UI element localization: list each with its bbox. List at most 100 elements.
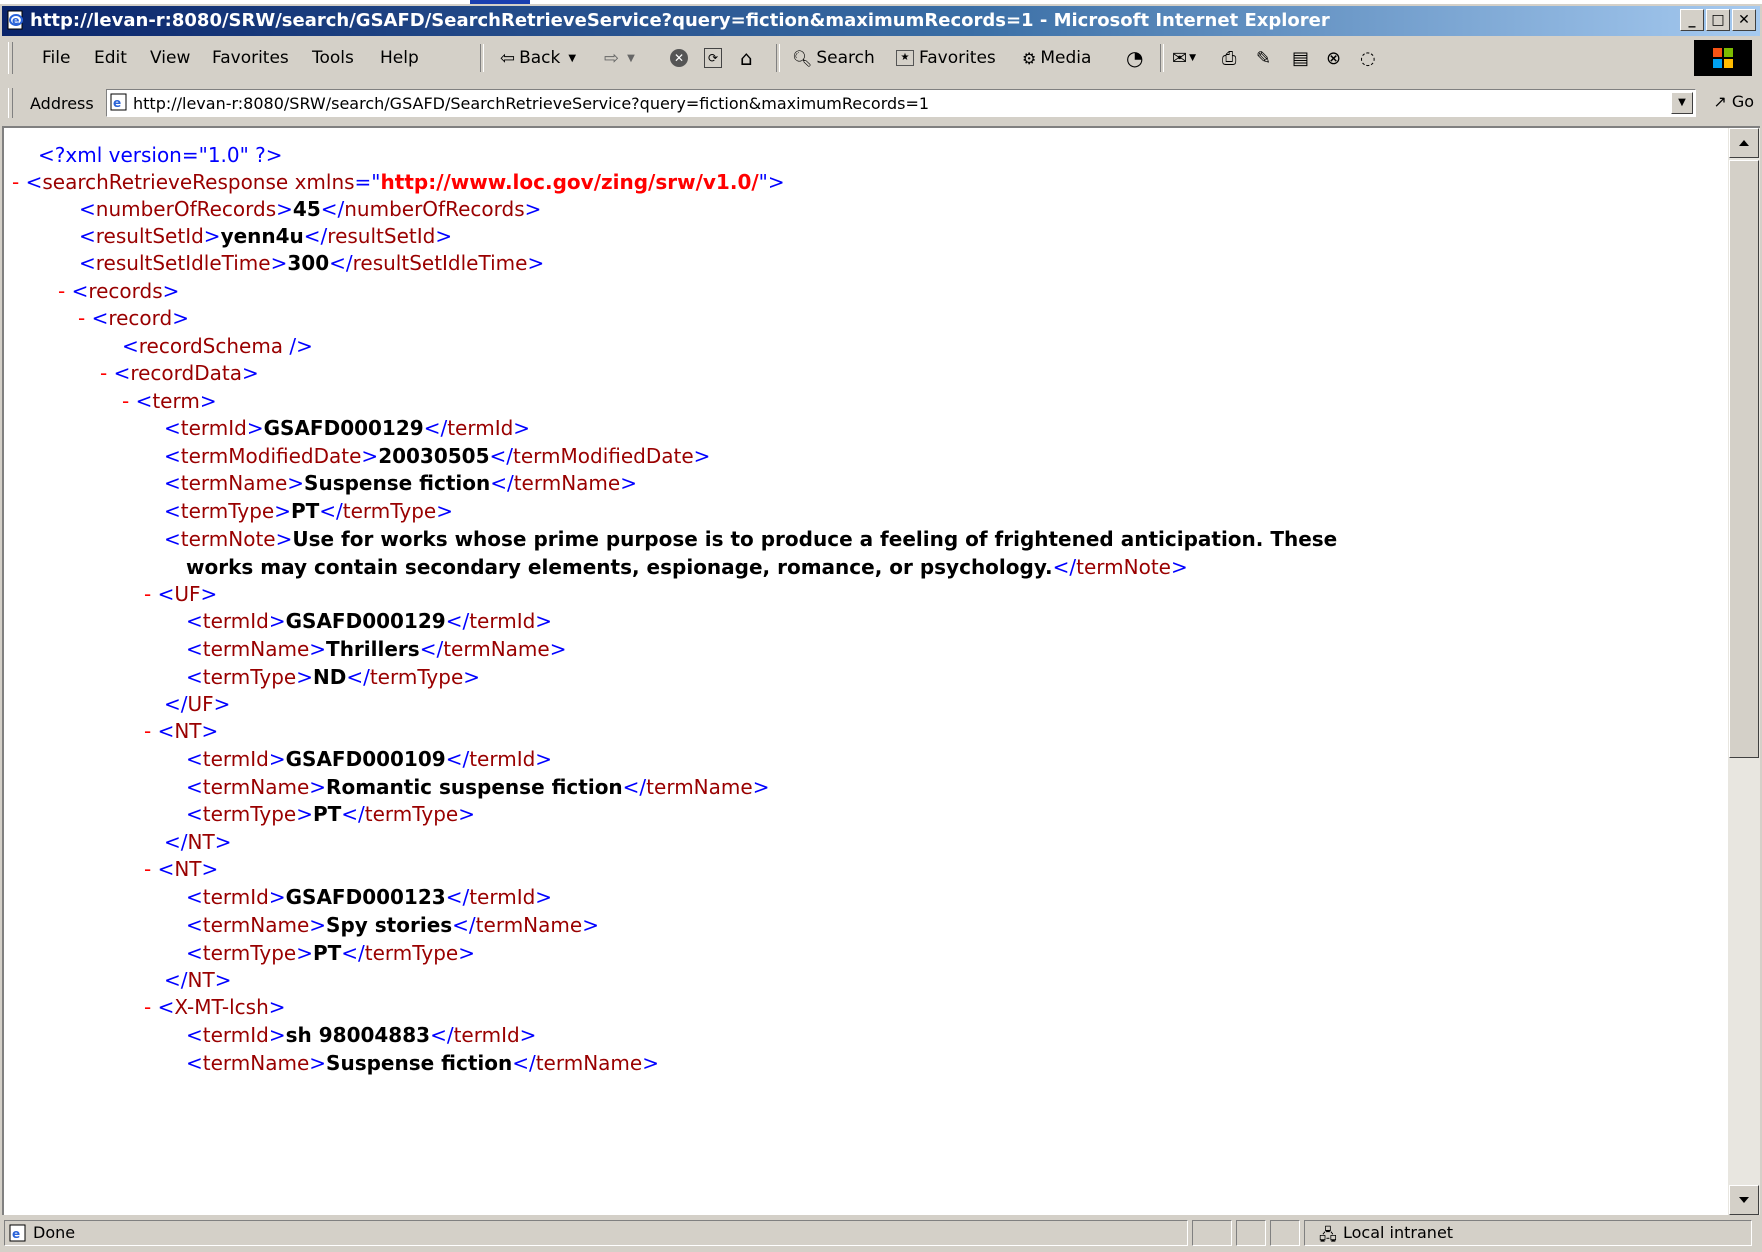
menu-tools[interactable]: Tools	[312, 48, 354, 68]
maximize-button[interactable]: □	[1706, 9, 1730, 31]
mail-button[interactable]: ✉ ▼	[1172, 44, 1196, 72]
scroll-up-button[interactable]	[1729, 128, 1759, 158]
discuss-button[interactable]: ▤	[1292, 44, 1309, 72]
scroll-down-arrow-icon	[1739, 1197, 1749, 1203]
collapse-toggle[interactable]: -	[100, 361, 114, 385]
menubar-grip[interactable]	[8, 42, 13, 74]
svg-text:e: e	[113, 96, 121, 110]
xml-node-recordData: - <recordData>	[100, 361, 259, 385]
search-button[interactable]: 🔍︎ Search	[792, 44, 875, 72]
collapse-toggle[interactable]: -	[78, 306, 92, 330]
toolbar-separator-2	[1160, 44, 1164, 72]
xml-node-nt1-termName: <termName>Romantic suspense fiction</ter…	[186, 775, 770, 799]
toolbar-grip[interactable]	[480, 44, 484, 72]
xml-node-NT-2: - <NT>	[144, 857, 219, 881]
menu-toolbar-row: File Edit View Favorites Tools Help ⇦ Ba…	[2, 38, 1760, 78]
collapse-toggle[interactable]: -	[144, 857, 158, 881]
messenger-button[interactable]: ◌	[1360, 44, 1376, 72]
refresh-button[interactable]: ⟳	[704, 44, 722, 72]
xml-node-lcsh-termName: <termName>Suspense fiction</termName>	[186, 1051, 659, 1075]
xml-node-recordSchema: <recordSchema />	[122, 334, 313, 358]
messenger-icon: ◌	[1360, 47, 1376, 69]
scroll-thumb[interactable]	[1729, 160, 1759, 758]
status-pane-secure	[1236, 1220, 1266, 1246]
media-button[interactable]: ⚙ Media	[1022, 44, 1091, 72]
status-pane-progress	[1192, 1220, 1232, 1246]
menu-favorites[interactable]: Favorites	[212, 48, 289, 68]
print-icon: ⎙	[1222, 47, 1237, 69]
stop-button[interactable]: ✕	[670, 44, 688, 72]
status-zone-pane: 🖧︎ Local intranet	[1304, 1220, 1752, 1246]
back-label: Back	[519, 48, 561, 68]
title-bar[interactable]: e http://levan-r:8080/SRW/search/GSAFD/S…	[2, 6, 1760, 36]
favorites-button[interactable]: ★ Favorites	[896, 44, 996, 72]
xml-declaration: <?xml version="1.0" ?>	[38, 142, 283, 168]
collapse-toggle[interactable]: -	[144, 719, 158, 743]
addressbar-grip[interactable]	[8, 88, 13, 118]
collapse-toggle[interactable]: -	[12, 170, 26, 194]
mail-dropdown-icon[interactable]: ▼	[1189, 53, 1196, 63]
scroll-down-button[interactable]	[1729, 1185, 1759, 1215]
collapse-toggle[interactable]: -	[144, 582, 158, 606]
forward-button[interactable]: ⇨ ▼	[604, 44, 635, 72]
xml-node-uf-termType: <termType>ND</termType>	[186, 665, 481, 689]
xml-node-nt1-termId: <termId>GSAFD000109</termId>	[186, 747, 553, 771]
menu-view[interactable]: View	[150, 48, 190, 68]
zone-text: Local intranet	[1343, 1223, 1454, 1242]
menu-file[interactable]: File	[42, 48, 70, 68]
xml-node-termType: <termType>PT</termType>	[164, 499, 453, 523]
ie-page-icon: e	[9, 1224, 26, 1242]
xml-node-uf-termName: <termName>Thrillers</termName>	[186, 637, 567, 661]
go-button[interactable]: ↗ Go	[1713, 92, 1754, 111]
print-button[interactable]: ⎙	[1222, 44, 1236, 72]
xml-node-termModifiedDate: <termModifiedDate>20030505</termModified…	[164, 444, 711, 468]
research-icon: ⊗	[1326, 47, 1342, 69]
home-icon: ⌂	[740, 46, 753, 70]
minimize-button[interactable]: _	[1680, 9, 1704, 31]
xml-node-termNote: <termNote>Use for works whose prime purp…	[164, 527, 1338, 551]
collapse-toggle[interactable]: -	[144, 995, 158, 1019]
status-pane-extra	[1270, 1220, 1300, 1246]
refresh-icon: ⟳	[704, 48, 722, 68]
history-icon: ◔	[1126, 46, 1144, 70]
document-view: <?xml version="1.0" ?> - <searchRetrieve…	[2, 126, 1760, 1215]
xml-node-numberOfRecords: <numberOfRecords>45</numberOfRecords>	[79, 197, 542, 221]
mail-icon: ✉	[1172, 47, 1188, 69]
stop-icon: ✕	[670, 49, 688, 67]
xml-node-termId: <termId>GSAFD000129</termId>	[164, 416, 531, 440]
address-url[interactable]: http://levan-r:8080/SRW/search/GSAFD/Sea…	[133, 94, 929, 113]
address-dropdown-icon[interactable]: ▼	[1671, 92, 1693, 114]
media-icon: ⚙	[1022, 48, 1037, 68]
address-label: Address	[30, 94, 94, 113]
search-icon: 🔍︎	[792, 48, 813, 68]
menu-edit[interactable]: Edit	[94, 48, 127, 68]
forward-dropdown-icon[interactable]: ▼	[627, 53, 635, 64]
edit-button[interactable]: ✎	[1256, 44, 1271, 72]
close-button[interactable]: ✕	[1732, 9, 1756, 31]
search-label: Search	[816, 48, 875, 68]
back-dropdown-icon[interactable]: ▼	[568, 53, 576, 64]
vertical-scrollbar[interactable]	[1728, 128, 1760, 1215]
collapse-toggle[interactable]: -	[58, 279, 72, 303]
history-button[interactable]: ◔	[1126, 44, 1143, 72]
go-label: Go	[1731, 92, 1754, 111]
home-button[interactable]: ⌂	[740, 44, 753, 72]
research-button[interactable]: ⊗	[1326, 44, 1341, 72]
xml-node-nt2-close: </NT>	[164, 968, 232, 992]
back-button[interactable]: ⇦ Back ▼	[500, 44, 576, 72]
collapse-toggle[interactable]: -	[122, 389, 136, 413]
edit-icon: ✎	[1256, 47, 1272, 69]
back-arrow-icon: ⇦	[500, 47, 516, 69]
ie-window: e http://levan-r:8080/SRW/search/GSAFD/S…	[0, 4, 1762, 1252]
window-title: http://levan-r:8080/SRW/search/GSAFD/Sea…	[30, 10, 1330, 31]
address-input[interactable]: e http://levan-r:8080/SRW/search/GSAFD/S…	[106, 89, 1696, 117]
xml-node-nt2-termName: <termName>Spy stories</termName>	[186, 913, 599, 937]
address-bar: Address e http://levan-r:8080/SRW/search…	[2, 86, 1760, 120]
discuss-icon: ▤	[1292, 47, 1310, 69]
menu-help[interactable]: Help	[380, 48, 419, 68]
xml-node-X-MT-lcsh: - <X-MT-lcsh>	[144, 995, 286, 1019]
local-intranet-icon: 🖧︎	[1319, 1225, 1337, 1244]
favorites-icon: ★	[896, 50, 914, 66]
ie-page-icon: e	[110, 93, 127, 111]
xml-declaration-text: <?xml version="1.0" ?>	[38, 143, 283, 167]
